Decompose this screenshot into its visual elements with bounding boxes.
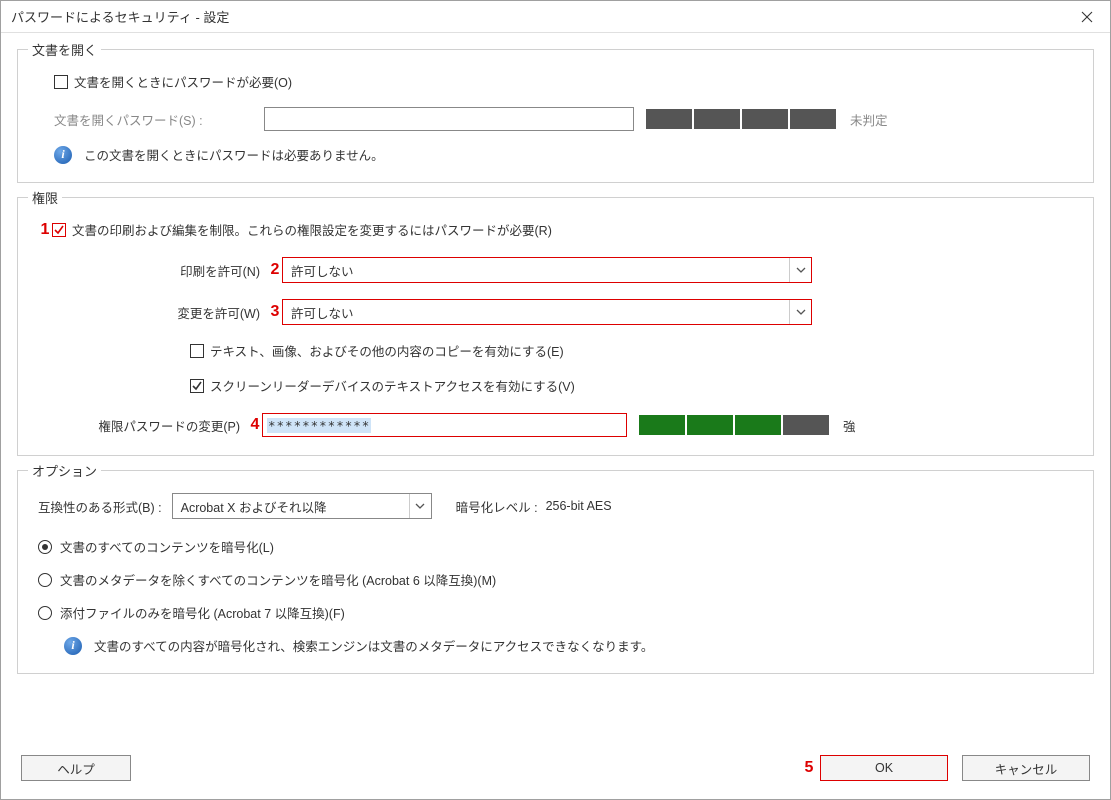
open-pw-label: 文書を開くパスワード(S) : xyxy=(54,110,264,129)
options-info-row: i 文書のすべての内容が暗号化され、検索エンジンは文書のメタデータにアクセスでき… xyxy=(64,636,1073,655)
require-open-pw-label: 文書を開くときにパスワードが必要(O) xyxy=(74,72,292,91)
encrypt-all-radio[interactable] xyxy=(38,540,52,554)
check-icon xyxy=(54,225,64,235)
restrict-row: 1 文書の印刷および編集を制限。これらの権限設定を変更するにはパスワードが必要(… xyxy=(38,220,1073,239)
annotation-marker-5: 5 xyxy=(802,759,816,777)
reader-enable-label: スクリーンリーダーデバイスのテキストアクセスを有効にする(V) xyxy=(210,376,575,395)
group-open-legend: 文書を開く xyxy=(28,40,101,59)
perm-pw-value: ************ xyxy=(267,418,371,433)
encrypt-except-meta-label: 文書のメタデータを除くすべてのコンテンツを暗号化 (Acrobat 6 以降互換… xyxy=(60,570,496,589)
radio-all-row: 文書のすべてのコンテンツを暗号化(L) xyxy=(38,537,1073,556)
change-allow-row: 変更を許可(W) 3 許可しない xyxy=(38,299,1073,325)
options-info-text: 文書のすべての内容が暗号化され、検索エンジンは文書のメタデータにアクセスできなく… xyxy=(94,636,653,655)
encrypt-all-label: 文書のすべてのコンテンツを暗号化(L) xyxy=(60,537,274,556)
cancel-button[interactable]: キャンセル xyxy=(962,755,1090,781)
radio-dot-icon xyxy=(42,544,48,550)
open-pw-row: 文書を開くパスワード(S) : 未判定 xyxy=(54,107,1073,131)
help-button-label: ヘルプ xyxy=(57,759,95,778)
compat-select[interactable]: Acrobat X およびそれ以降 xyxy=(172,493,432,519)
open-info-row: i この文書を開くときにパスワードは必要ありません。 xyxy=(54,145,1073,164)
info-icon: i xyxy=(64,637,82,655)
ok-button-label: OK xyxy=(875,761,893,775)
reader-enable-row: スクリーンリーダーデバイスのテキストアクセスを有効にする(V) xyxy=(190,376,1073,395)
group-options: オプション 互換性のある形式(B) : Acrobat X およびそれ以降 暗号… xyxy=(17,470,1094,674)
print-allow-value: 許可しない xyxy=(291,261,354,280)
ok-button[interactable]: OK xyxy=(820,755,948,781)
require-open-pw-row: 文書を開くときにパスワードが必要(O) xyxy=(54,72,1073,91)
close-button[interactable] xyxy=(1064,1,1110,33)
strength-seg xyxy=(783,415,829,435)
annotation-marker-2: 2 xyxy=(268,261,282,279)
encrypt-attachments-radio[interactable] xyxy=(38,606,52,620)
print-allow-row: 印刷を許可(N) 2 許可しない xyxy=(38,257,1073,283)
enc-level-label: 暗号化レベル : xyxy=(456,497,538,516)
compat-label: 互換性のある形式(B) : xyxy=(38,497,162,516)
copy-enable-checkbox[interactable] xyxy=(190,344,204,358)
strength-seg xyxy=(687,415,733,435)
change-allow-value: 許可しない xyxy=(291,303,354,322)
encrypt-except-meta-radio[interactable] xyxy=(38,573,52,587)
restrict-checkbox[interactable] xyxy=(52,223,66,237)
annotation-marker-3: 3 xyxy=(268,303,282,321)
change-allow-select[interactable]: 許可しない xyxy=(282,299,812,325)
chevron-down-icon xyxy=(789,300,811,324)
perm-pw-strength-meter xyxy=(639,415,829,435)
close-icon xyxy=(1081,11,1093,23)
check-icon xyxy=(192,381,202,391)
require-open-pw-checkbox[interactable] xyxy=(54,75,68,89)
open-pw-strength-label: 未判定 xyxy=(850,110,888,129)
radio-attach-row: 添付ファイルのみを暗号化 (Acrobat 7 以降互換)(F) xyxy=(38,603,1073,622)
radio-meta-row: 文書のメタデータを除くすべてのコンテンツを暗号化 (Acrobat 6 以降互換… xyxy=(38,570,1073,589)
encrypt-attachments-label: 添付ファイルのみを暗号化 (Acrobat 7 以降互換)(F) xyxy=(60,603,345,622)
strength-seg xyxy=(694,109,740,129)
chevron-down-icon xyxy=(789,258,811,282)
group-options-legend: オプション xyxy=(28,461,101,480)
compat-value: Acrobat X およびそれ以降 xyxy=(181,497,327,516)
perm-pw-label: 権限パスワードの変更(P) xyxy=(38,416,248,435)
copy-enable-label: テキスト、画像、およびその他の内容のコピーを有効にする(E) xyxy=(210,341,564,360)
change-allow-label: 変更を許可(W) xyxy=(38,303,268,322)
open-pw-strength-meter xyxy=(646,109,836,129)
copy-enable-row: テキスト、画像、およびその他の内容のコピーを有効にする(E) xyxy=(190,341,1073,360)
info-icon: i xyxy=(54,146,72,164)
strength-seg xyxy=(646,109,692,129)
help-button[interactable]: ヘルプ xyxy=(21,755,131,781)
titlebar: パスワードによるセキュリティ - 設定 xyxy=(1,1,1110,33)
dialog-footer: ヘルプ 5 OK キャンセル xyxy=(1,755,1110,799)
strength-seg xyxy=(639,415,685,435)
strength-seg xyxy=(790,109,836,129)
dialog-window: パスワードによるセキュリティ - 設定 文書を開く 文書を開くときにパスワードが… xyxy=(0,0,1111,800)
chevron-down-icon xyxy=(409,494,431,518)
open-info-text: この文書を開くときにパスワードは必要ありません。 xyxy=(84,145,384,164)
perm-pw-input[interactable]: ************ xyxy=(262,413,627,437)
enc-level-value: 256-bit AES xyxy=(546,499,612,513)
annotation-marker-4: 4 xyxy=(248,416,262,434)
dialog-content: 文書を開く 文書を開くときにパスワードが必要(O) 文書を開くパスワード(S) … xyxy=(1,33,1110,755)
perm-pw-row: 権限パスワードの変更(P) 4 ************ 強 xyxy=(38,413,1073,437)
print-allow-label: 印刷を許可(N) xyxy=(38,261,268,280)
group-permissions-legend: 権限 xyxy=(28,188,62,207)
reader-enable-checkbox[interactable] xyxy=(190,379,204,393)
restrict-label: 文書の印刷および編集を制限。これらの権限設定を変更するにはパスワードが必要(R) xyxy=(72,220,552,239)
annotation-marker-1: 1 xyxy=(38,221,52,239)
strength-seg xyxy=(735,415,781,435)
group-permissions: 権限 1 文書の印刷および編集を制限。これらの権限設定を変更するにはパスワードが… xyxy=(17,197,1094,456)
print-allow-select[interactable]: 許可しない xyxy=(282,257,812,283)
open-pw-input[interactable] xyxy=(264,107,634,131)
perm-pw-strength-label: 強 xyxy=(843,416,856,435)
group-open-document: 文書を開く 文書を開くときにパスワードが必要(O) 文書を開くパスワード(S) … xyxy=(17,49,1094,183)
strength-seg xyxy=(742,109,788,129)
cancel-button-label: キャンセル xyxy=(995,759,1058,778)
window-title: パスワードによるセキュリティ - 設定 xyxy=(11,7,229,26)
compat-row: 互換性のある形式(B) : Acrobat X およびそれ以降 暗号化レベル :… xyxy=(38,493,1073,519)
